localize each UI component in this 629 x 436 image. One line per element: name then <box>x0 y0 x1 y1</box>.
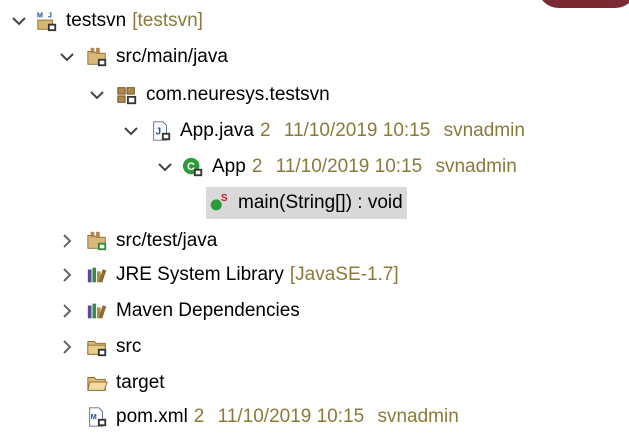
app-class-date: 11/10/2019 10:15 <box>275 156 423 177</box>
pom-xml-author: svnadmin <box>377 406 459 427</box>
pom-xml-svn-info: 2 11/10/2019 10:15 svnadmin <box>194 406 459 428</box>
chevron-down-icon[interactable] <box>156 158 174 176</box>
java-file-icon: J <box>150 120 172 142</box>
src-main-java-label: src/main/java <box>116 46 228 67</box>
public-static-method-icon: S <box>208 192 230 214</box>
window-corner-accent <box>537 0 629 8</box>
app-class-svn-info: 2 11/10/2019 10:15 svnadmin <box>252 156 517 178</box>
chevron-right-icon[interactable] <box>58 302 76 320</box>
svg-text:J: J <box>156 127 162 138</box>
app-java-author: svnadmin <box>443 120 525 141</box>
chevron-down-icon[interactable] <box>88 86 106 104</box>
package-icon <box>116 84 138 106</box>
chevron-down-icon[interactable] <box>122 122 140 140</box>
project-decoration: [testsvn] <box>132 10 203 31</box>
svg-text:M: M <box>37 10 43 19</box>
app-class-label: App <box>212 156 246 177</box>
chevron-down-icon[interactable] <box>58 48 76 66</box>
jre-library-decoration: [JavaSE-1.7] <box>289 264 399 285</box>
class-icon: C <box>182 156 204 178</box>
target-label: target <box>116 372 165 393</box>
source-folder-icon <box>86 46 108 68</box>
maven-pom-file-icon: M <box>86 406 108 428</box>
app-java-label: App.java <box>180 120 254 141</box>
app-java-date: 11/10/2019 10:15 <box>283 120 431 141</box>
maven-project-icon: M J <box>36 10 58 32</box>
svg-text:C: C <box>187 161 195 173</box>
chevron-right-icon[interactable] <box>58 338 76 356</box>
src-test-java-label: src/test/java <box>116 230 218 251</box>
pom-xml-label: pom.xml <box>116 406 188 427</box>
folder-icon <box>86 372 108 394</box>
src-label: src <box>116 336 142 357</box>
app-class-revision: 2 <box>251 156 263 177</box>
pom-xml-date: 11/10/2019 10:15 <box>217 406 365 427</box>
library-icon <box>86 300 108 322</box>
package-label: com.neuresys.testsvn <box>146 84 330 105</box>
chevron-right-icon[interactable] <box>58 266 76 284</box>
library-icon <box>86 264 108 286</box>
app-java-svn-info: 2 11/10/2019 10:15 svnadmin <box>260 120 525 142</box>
app-java-revision: 2 <box>259 120 271 141</box>
jre-library-label: JRE System Library <box>116 264 284 285</box>
maven-dependencies-label: Maven Dependencies <box>116 300 300 321</box>
source-folder-icon <box>86 230 108 252</box>
chevron-down-icon[interactable] <box>10 12 28 30</box>
app-class-author: svnadmin <box>435 156 517 177</box>
project-label: testsvn <box>66 10 127 31</box>
svg-text:S: S <box>221 193 228 204</box>
folder-icon <box>86 336 108 358</box>
main-method-label: main(String[]) : void <box>238 192 403 213</box>
pom-xml-revision: 2 <box>193 406 205 427</box>
svg-text:M: M <box>91 412 97 421</box>
chevron-right-icon[interactable] <box>58 232 76 250</box>
svg-text:J: J <box>48 10 52 19</box>
